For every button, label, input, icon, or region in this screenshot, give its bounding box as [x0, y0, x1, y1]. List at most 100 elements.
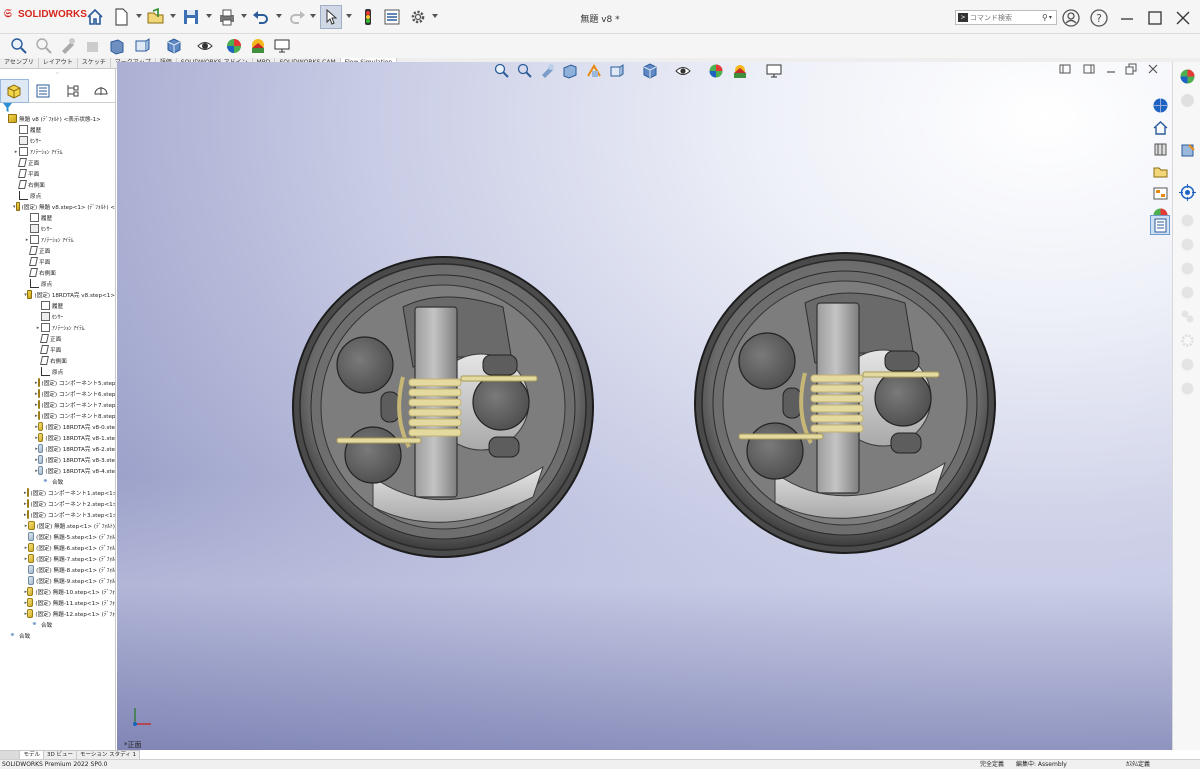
- new-document-button[interactable]: [110, 5, 132, 29]
- task-pane-decals-button[interactable]: [1177, 140, 1197, 160]
- hud-display-style[interactable]: [641, 62, 659, 80]
- hud-view-settings[interactable]: [765, 62, 783, 80]
- file-explorer-button[interactable]: [1150, 161, 1170, 181]
- redo-button[interactable]: [286, 5, 308, 29]
- hud-previous-view[interactable]: [539, 62, 557, 80]
- tree-item[interactable]: 原点: [0, 366, 115, 377]
- task-pane-disabled-3[interactable]: [1177, 258, 1197, 278]
- tree-item[interactable]: 平面: [0, 168, 115, 179]
- search-dropdown-icon[interactable]: ▾: [1049, 14, 1052, 21]
- design-library-button[interactable]: [1150, 139, 1170, 159]
- tree-item[interactable]: ▸ (固定) コンポーネント1.step<1>: [0, 487, 115, 498]
- tree-item[interactable]: ⚭ 合致: [0, 630, 115, 641]
- undo-dropdown-caret[interactable]: [276, 14, 282, 18]
- hud-dynamic-annotation[interactable]: [585, 62, 603, 80]
- viewport-split-right[interactable]: [1083, 63, 1097, 77]
- tree-item[interactable]: ▸ (固定) 18RDTA完 v8-4.ste: [0, 465, 115, 476]
- tree-item[interactable]: ▸ (固定) 18RDTA完 v8-0.ste: [0, 421, 115, 432]
- tree-item[interactable]: ▸ ｱﾉﾃｰｼｮﾝ ｱｲﾃﾑ: [0, 322, 115, 333]
- close-button[interactable]: [1172, 7, 1194, 29]
- tree-item[interactable]: ｾﾝｻｰ: [0, 135, 115, 146]
- propertymanager-tab[interactable]: [29, 79, 58, 103]
- command-search[interactable]: > ⚲ ▾: [955, 10, 1057, 25]
- tree-item[interactable]: (固定) 無題-9.step<1> (ﾃﾞﾌｫﾙ: [0, 575, 115, 586]
- print-dropdown-caret[interactable]: [241, 14, 247, 18]
- task-pane-disabled-8[interactable]: [1177, 378, 1197, 398]
- configurationmanager-tab[interactable]: [58, 79, 87, 103]
- tree-item[interactable]: ▸ (固定) 無題-6.step<1> (ﾃﾞﾌｫﾙ: [0, 542, 115, 553]
- tab-model[interactable]: モデル: [20, 751, 44, 759]
- hud-zoom-area[interactable]: [516, 62, 534, 80]
- tree-item[interactable]: ▸ (固定) コンポーネント8.step-: [0, 410, 115, 421]
- task-pane-target-button[interactable]: [1177, 182, 1197, 202]
- options-dropdown-caret[interactable]: [432, 14, 438, 18]
- hud-view-orientation[interactable]: [608, 62, 626, 80]
- tab-layout[interactable]: レイアウト: [39, 58, 78, 68]
- tree-item[interactable]: 右側面: [0, 355, 115, 366]
- zoom-to-area-button[interactable]: [33, 36, 55, 56]
- tab-3d-views[interactable]: 3D ビュー: [44, 751, 77, 759]
- tree-item[interactable]: ｾﾝｻｰ: [0, 311, 115, 322]
- tree-item[interactable]: ▾ (固定) 18RDTA完 v8.step<1>: [0, 289, 115, 300]
- section-view-button[interactable]: [82, 36, 104, 56]
- tree-filter[interactable]: [0, 103, 115, 113]
- task-pane-disabled-4[interactable]: [1177, 282, 1197, 302]
- hud-section-view[interactable]: [561, 62, 579, 80]
- viewport-split-left[interactable]: [1059, 63, 1073, 77]
- select-dropdown-caret[interactable]: [346, 14, 352, 18]
- display-style-button[interactable]: [163, 36, 185, 56]
- maximize-button[interactable]: [1144, 7, 1166, 29]
- options-button[interactable]: [407, 5, 429, 29]
- tree-item[interactable]: ▸ (固定) コンポーネント7.step-: [0, 399, 115, 410]
- home-button[interactable]: [84, 5, 106, 29]
- tree-item[interactable]: ⚭ 合致: [0, 619, 115, 630]
- tree-item[interactable]: ▾ (固定) 無題 v8.step<1> (ﾃﾞﾌｫﾙﾄ) <: [0, 201, 115, 212]
- tree-item[interactable]: (固定) 無題-5.step<1> (ﾃﾞﾌｫﾙ: [0, 531, 115, 542]
- graphics-area[interactable]: *正面: [117, 62, 1172, 750]
- hud-zoom-fit[interactable]: [493, 62, 511, 80]
- select-button[interactable]: [320, 5, 342, 29]
- featuremanager-tab[interactable]: [0, 79, 29, 103]
- save-dropdown-caret[interactable]: [206, 14, 212, 18]
- hide-show-button[interactable]: [194, 36, 216, 56]
- scene-button[interactable]: [247, 36, 269, 56]
- tree-item[interactable]: ▸ (固定) 無題-12.step<1> (ﾃﾞﾌｫ: [0, 608, 115, 619]
- tree-item[interactable]: ▸ (固定) 無題-10.step<1> (ﾃﾞﾌｫ: [0, 586, 115, 597]
- redo-dropdown-caret[interactable]: [310, 14, 316, 18]
- edit-appearance-button[interactable]: [223, 36, 245, 56]
- print-button[interactable]: [216, 5, 238, 29]
- hud-hide-show[interactable]: [674, 62, 692, 80]
- tree-item[interactable]: ▸ (固定) コンポーネント2.step<1>: [0, 498, 115, 509]
- viewport-minimize[interactable]: [1105, 63, 1119, 77]
- account-button[interactable]: [1060, 7, 1082, 29]
- tree-item[interactable]: ▸ (固定) 無題.step<1> (ﾃﾞﾌｫﾙﾄ): [0, 520, 115, 531]
- save-button[interactable]: [180, 5, 202, 29]
- tree-item[interactable]: ▸ (固定) 無題-7.step<1> (ﾃﾞﾌｫﾙ: [0, 553, 115, 564]
- tree-item[interactable]: 平面: [0, 256, 115, 267]
- tab-sketch[interactable]: スケッチ: [78, 58, 111, 68]
- tree-item[interactable]: 無題 v8 (ﾃﾞﾌｫﾙﾄ) <表示状態-1>: [0, 113, 115, 124]
- solidworks-resources-button[interactable]: [1150, 95, 1170, 115]
- task-pane-disabled-7[interactable]: [1177, 354, 1197, 374]
- tab-scroll-arrows[interactable]: [0, 751, 21, 759]
- tree-item[interactable]: 正面: [0, 245, 115, 256]
- panel-collapse-grip-icon[interactable]: ◦: [0, 69, 115, 79]
- task-pane-disabled-6[interactable]: [1177, 330, 1197, 350]
- assembly-model[interactable]: [117, 62, 1148, 750]
- solidworks-logo[interactable]: 𝔖 SOLIDWORKS: [4, 8, 87, 20]
- tree-item[interactable]: ｾﾝｻｰ: [0, 223, 115, 234]
- tree-item[interactable]: 正面: [0, 157, 115, 168]
- view-orientation-button[interactable]: [131, 36, 153, 56]
- tree-item[interactable]: 履歴: [0, 124, 115, 135]
- tree-item[interactable]: ▸ (固定) コンポーネント6.step-: [0, 388, 115, 399]
- tree-item[interactable]: 履歴: [0, 300, 115, 311]
- tree-item[interactable]: ▸ ｱﾉﾃｰｼｮﾝ ｱｲﾃﾑ: [0, 234, 115, 245]
- hud-apply-scene[interactable]: [731, 62, 749, 80]
- unit-system[interactable]: ｶｽﾀﾑ定義: [1126, 760, 1150, 769]
- tab-assembly[interactable]: アセンブリ: [0, 58, 39, 68]
- task-pane-disabled-1[interactable]: [1177, 210, 1197, 230]
- tree-item[interactable]: 原点: [0, 190, 115, 201]
- custom-properties-button[interactable]: [1150, 215, 1170, 235]
- tree-item[interactable]: ▸ ｱﾉﾃｰｼｮﾝ ｱｲﾃﾑ: [0, 146, 115, 157]
- search-icon[interactable]: ⚲: [1042, 13, 1048, 22]
